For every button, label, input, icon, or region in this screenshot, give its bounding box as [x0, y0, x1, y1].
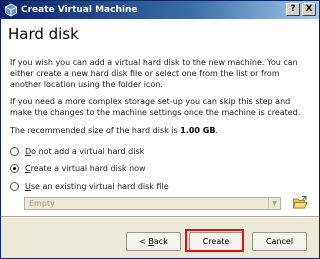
create-disk-radio[interactable]: [10, 164, 19, 173]
wizard-page: Hard disk If you wish you can add a virt…: [1, 19, 319, 216]
recommended-size-text: The recommended size of the hard disk is…: [10, 125, 312, 136]
intro-text: If you wish you can add a virtual hard d…: [10, 58, 298, 89]
create-disk-option[interactable]: Create a virtual hard disk now: [10, 163, 146, 174]
window-title: Create Virtual Machine: [21, 5, 138, 15]
create-disk-label[interactable]: Create a virtual hard disk now: [25, 164, 146, 173]
create-vm-dialog: Create Virtual Machine ? X Hard disk If …: [0, 0, 320, 259]
recommended-size-value: 1.00 GB: [180, 126, 216, 135]
recommended-prefix: The recommended size of the hard disk is: [10, 126, 181, 135]
existing-disk-radio[interactable]: [10, 182, 19, 191]
cancel-button[interactable]: Cancel: [252, 232, 307, 251]
recommended-suffix: .: [215, 126, 218, 135]
existing-disk-label[interactable]: Use an existing virtual hard disk file: [25, 182, 169, 191]
no-disk-label[interactable]: Do not add a virtual hard disk: [25, 147, 144, 156]
no-disk-option[interactable]: Do not add a virtual hard disk: [10, 146, 144, 157]
virtualbox-icon: [5, 3, 17, 17]
page-title: Hard disk: [8, 25, 79, 43]
title-bar[interactable]: Create Virtual Machine ? X: [1, 1, 319, 19]
chevron-down-icon[interactable]: ▼: [268, 198, 280, 209]
create-button-highlight: [185, 229, 244, 252]
existing-disk-select-value: Empty: [29, 199, 55, 208]
footer-separator: [1, 216, 319, 218]
no-disk-radio[interactable]: [10, 147, 19, 156]
close-button[interactable]: X: [302, 3, 316, 16]
existing-disk-select[interactable]: Empty ▼: [24, 197, 281, 210]
back-button[interactable]: < Back: [126, 232, 181, 251]
advanced-text: If you need a more complex storage set-u…: [10, 97, 301, 117]
existing-disk-option[interactable]: Use an existing virtual hard disk file: [10, 181, 169, 192]
help-button[interactable]: ?: [286, 3, 300, 16]
folder-open-icon[interactable]: [292, 195, 308, 211]
